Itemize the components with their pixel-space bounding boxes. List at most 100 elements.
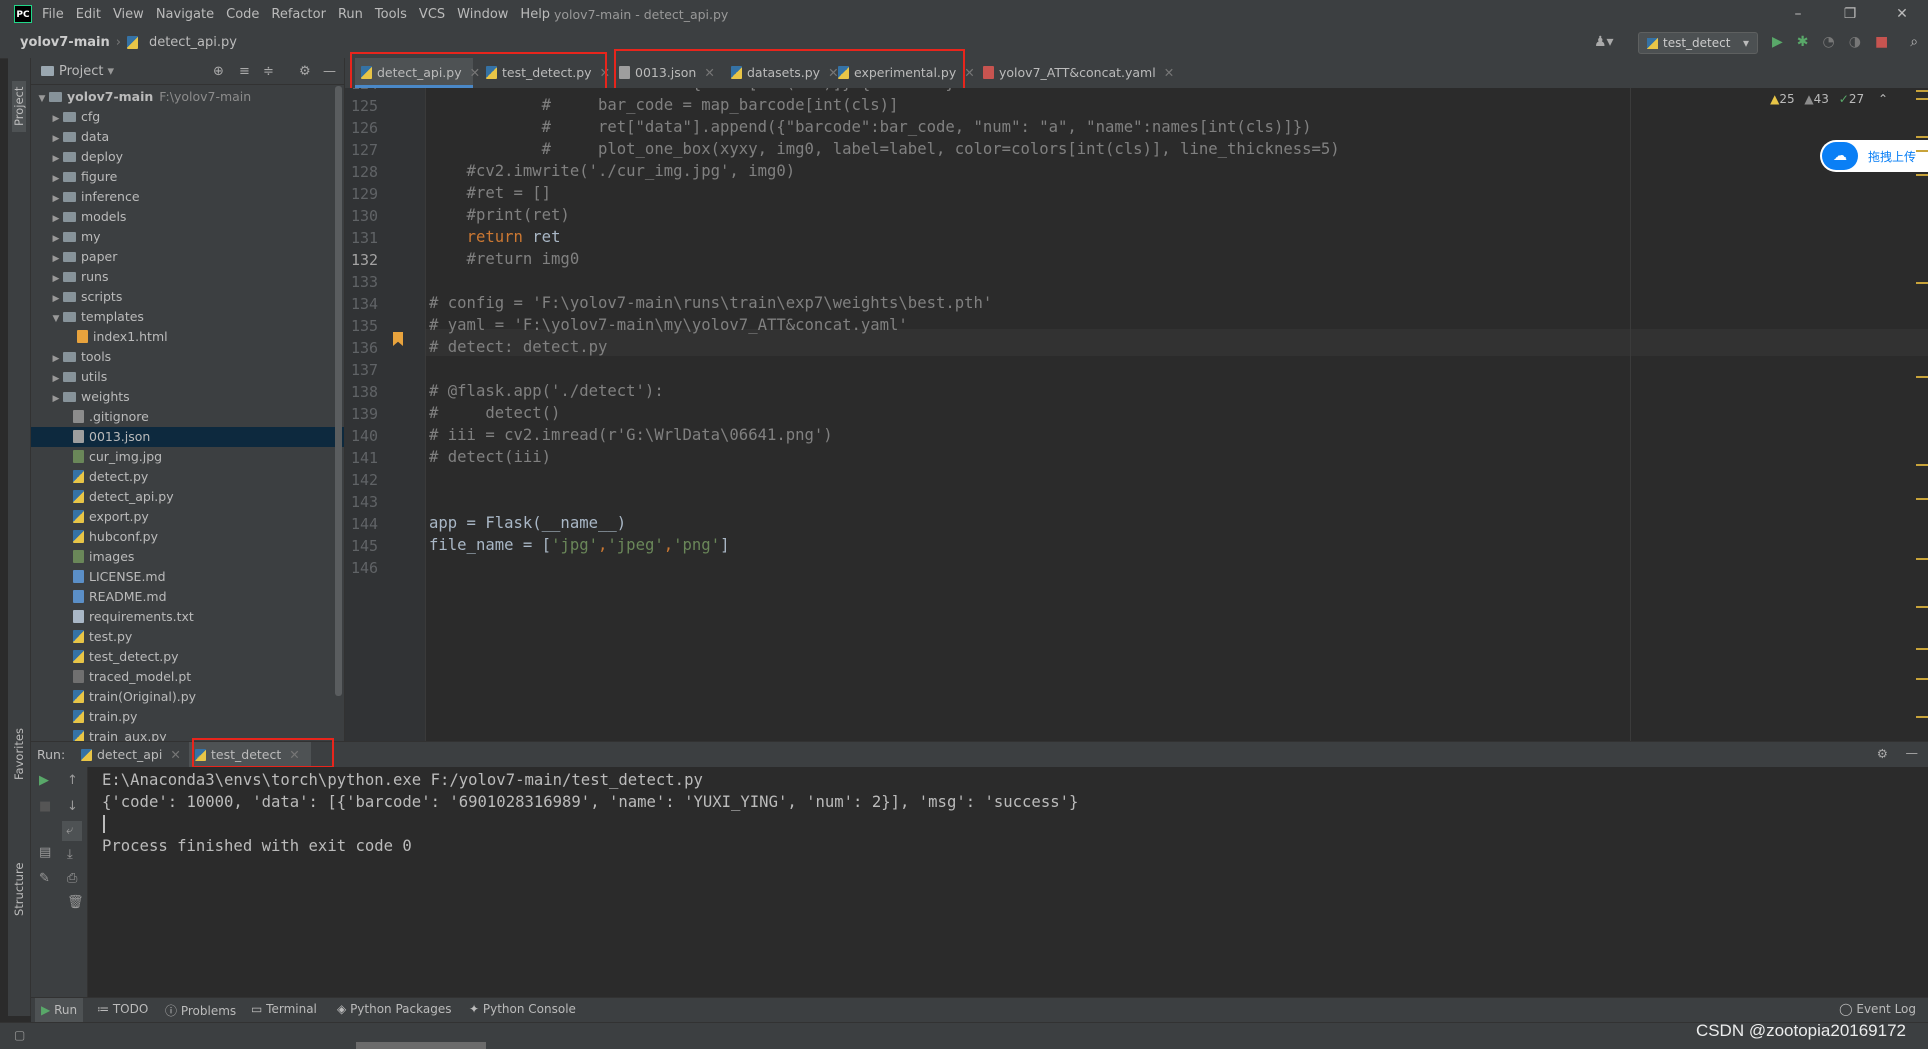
tree-file[interactable]: hubconf.py bbox=[31, 527, 344, 547]
error-stripe-mark[interactable] bbox=[1916, 558, 1928, 560]
error-stripe-mark[interactable] bbox=[1916, 376, 1928, 378]
arrow-down-icon[interactable]: ↓ bbox=[67, 799, 78, 814]
search-icon[interactable]: ⌕ bbox=[1910, 34, 1918, 50]
arrow-up-icon[interactable]: ↑ bbox=[67, 773, 78, 788]
restore-icon[interactable]: ❐ bbox=[1824, 0, 1876, 28]
tool-project[interactable]: Project bbox=[12, 80, 26, 132]
tree-file[interactable]: test.py bbox=[31, 627, 344, 647]
coverage-icon[interactable]: ◔ bbox=[1823, 34, 1835, 50]
tool-terminal[interactable]: ▭ Terminal bbox=[251, 1002, 317, 1016]
inspection-widget[interactable]: ▲25 ▲43 ✓27 ⌃ bbox=[1770, 92, 1888, 106]
error-stripe-mark[interactable] bbox=[1916, 678, 1928, 680]
error-stripe-mark[interactable] bbox=[1916, 648, 1928, 650]
toggle-tool-windows-icon[interactable]: ▢ bbox=[14, 1028, 25, 1042]
tree-file[interactable]: train.py bbox=[31, 707, 344, 727]
tool-structure[interactable]: Structure bbox=[12, 863, 26, 917]
error-stripe-mark[interactable] bbox=[1916, 136, 1928, 138]
scroll-to-end-icon[interactable]: ⤓ bbox=[67, 847, 73, 862]
tree-folder[interactable]: ▶ paper bbox=[31, 247, 344, 267]
close-icon[interactable]: ✕ bbox=[170, 747, 180, 762]
stop-icon[interactable]: ■ bbox=[39, 799, 51, 814]
tool-todo[interactable]: ≔ TODO bbox=[97, 1002, 148, 1016]
pin-icon[interactable]: ✎ bbox=[39, 871, 50, 886]
trash-icon[interactable]: 🗑 bbox=[67, 895, 84, 910]
tree-file[interactable]: LICENSE.md bbox=[31, 567, 344, 587]
error-stripe-mark[interactable] bbox=[1916, 464, 1928, 466]
error-stripe-mark[interactable] bbox=[1916, 716, 1928, 718]
tree-file[interactable]: traced_model.pt bbox=[31, 667, 344, 687]
tree-folder[interactable]: ▶ cfg bbox=[31, 107, 344, 127]
tree-folder[interactable]: ▶ weights bbox=[31, 387, 344, 407]
tab-yolov7-yaml[interactable]: yolov7_ATT&concat.yaml ✕ bbox=[977, 58, 1174, 88]
breadcrumb-file[interactable]: detect_api.py bbox=[149, 35, 237, 50]
tool-favorites[interactable]: Favorites bbox=[12, 728, 26, 780]
run-configuration-select[interactable]: test_detect ▾ bbox=[1638, 32, 1758, 54]
tree-file[interactable]: requirements.txt bbox=[31, 607, 344, 627]
tree-file-selected[interactable]: 0013.json bbox=[31, 427, 344, 447]
tree-folder[interactable]: ▶ runs bbox=[31, 267, 344, 287]
error-stripe-mark[interactable] bbox=[1916, 90, 1928, 92]
tree-file[interactable]: images bbox=[31, 547, 344, 567]
tree-file[interactable]: .gitignore bbox=[31, 407, 344, 427]
tree-folder[interactable]: ▶ data bbox=[31, 127, 344, 147]
close-icon[interactable]: ✕ bbox=[1164, 65, 1174, 80]
run-tab-detect-api[interactable]: detect_api ✕ bbox=[75, 742, 195, 768]
tool-python-packages[interactable]: ◈ Python Packages bbox=[337, 1002, 451, 1016]
close-icon[interactable]: ✕ bbox=[964, 65, 974, 80]
tree-file[interactable]: export.py bbox=[31, 507, 344, 527]
tree-file[interactable]: cur_img.jpg bbox=[31, 447, 344, 467]
menu-run[interactable]: Run bbox=[338, 7, 363, 22]
error-stripe-mark[interactable] bbox=[1916, 498, 1928, 500]
close-window-icon[interactable]: ✕ bbox=[1876, 0, 1928, 28]
menu-navigate[interactable]: Navigate bbox=[156, 7, 214, 22]
expand-all-icon[interactable]: ≡ bbox=[239, 64, 250, 79]
project-panel-title[interactable]: Project bbox=[59, 64, 103, 79]
baidu-upload-widget[interactable]: ☁ 拖拽上传 bbox=[1820, 140, 1928, 172]
run-console[interactable]: E:\Anaconda3\envs\torch\python.exe F:/yo… bbox=[88, 767, 1928, 997]
tool-problems[interactable]: ⓘ Problems bbox=[165, 1002, 236, 1019]
menu-vcs[interactable]: VCS bbox=[419, 7, 445, 22]
tree-file[interactable]: test_detect.py bbox=[31, 647, 344, 667]
tree-folder[interactable]: ▶ tools bbox=[31, 347, 344, 367]
error-stripe-mark[interactable] bbox=[1916, 282, 1928, 284]
error-stripe-mark[interactable] bbox=[1916, 98, 1928, 100]
soft-wrap-icon[interactable]: ⤶ bbox=[66, 823, 73, 838]
hide-icon[interactable]: — bbox=[323, 64, 336, 79]
print-icon[interactable]: ⎙ bbox=[67, 871, 77, 886]
tree-folder[interactable]: ▶ figure bbox=[31, 167, 344, 187]
tree-folder[interactable]: ▶ scripts bbox=[31, 287, 344, 307]
tree-file[interactable]: detect.py bbox=[31, 467, 344, 487]
tool-run[interactable]: ▶ Run bbox=[35, 998, 84, 1023]
rerun-icon[interactable]: ▶ bbox=[39, 773, 49, 788]
code-editor[interactable]: 124 125 126 127 128 129 130 131 132 133 134 135 136 1… bbox=[345, 88, 1928, 741]
tree-folder[interactable]: ▶ utils bbox=[31, 367, 344, 387]
hide-icon[interactable]: — bbox=[1906, 745, 1919, 760]
profile-icon[interactable]: ◑ bbox=[1849, 34, 1861, 50]
tool-python-console[interactable]: ✦ Python Console bbox=[469, 1002, 576, 1016]
error-stripe-mark[interactable] bbox=[1916, 150, 1928, 152]
menu-help[interactable]: Help bbox=[520, 7, 550, 22]
breadcrumb-project[interactable]: yolov7-main bbox=[20, 35, 110, 50]
project-scrollbar[interactable] bbox=[335, 86, 342, 696]
minimize-icon[interactable]: – bbox=[1772, 0, 1824, 28]
run-icon[interactable]: ▶ bbox=[1772, 34, 1783, 50]
tree-folder[interactable]: ▶ models bbox=[31, 207, 344, 227]
user-icon[interactable]: ♟▾ bbox=[1594, 34, 1614, 50]
tree-folder-templates[interactable]: ▼ templates bbox=[31, 307, 344, 327]
menu-tools[interactable]: Tools bbox=[375, 7, 407, 22]
gear-icon[interactable]: ⚙ bbox=[299, 64, 311, 79]
menu-refactor[interactable]: Refactor bbox=[271, 7, 326, 22]
tree-folder[interactable]: ▶ my bbox=[31, 227, 344, 247]
menu-edit[interactable]: Edit bbox=[76, 7, 101, 22]
locate-icon[interactable]: ⊕ bbox=[213, 64, 224, 79]
chevron-up-icon[interactable]: ⌃ bbox=[1878, 92, 1888, 106]
tree-file[interactable]: README.md bbox=[31, 587, 344, 607]
menu-view[interactable]: View bbox=[113, 7, 144, 22]
tree-folder[interactable]: ▶ deploy bbox=[31, 147, 344, 167]
debug-icon[interactable]: ✱ bbox=[1797, 34, 1809, 50]
tree-file[interactable]: index1.html bbox=[31, 327, 344, 347]
menu-file[interactable]: File bbox=[42, 7, 64, 22]
error-stripe-mark[interactable] bbox=[1916, 606, 1928, 608]
tree-folder[interactable]: ▶ inference bbox=[31, 187, 344, 207]
layout-icon[interactable]: ▤ bbox=[39, 845, 51, 860]
